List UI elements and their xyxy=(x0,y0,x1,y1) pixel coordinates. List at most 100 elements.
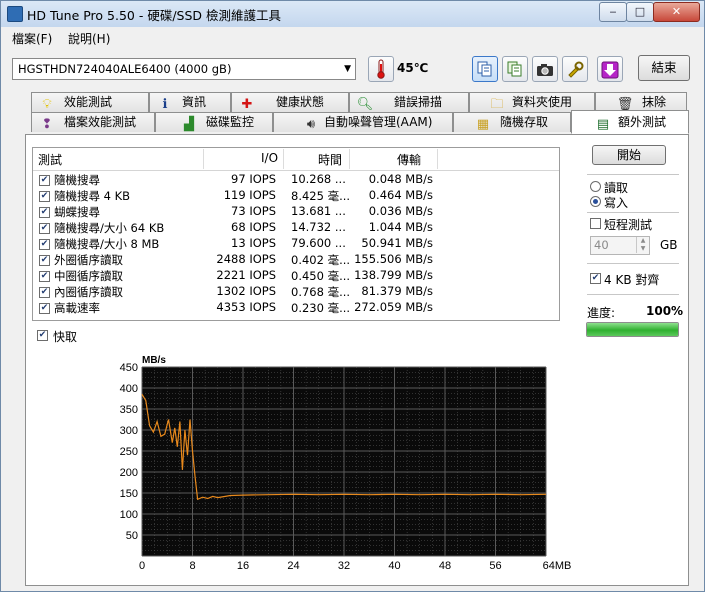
progress-label: 進度: xyxy=(587,306,616,320)
tab-error-scan[interactable]: 🔍︎ 錯誤掃描 xyxy=(349,92,469,112)
menu-help[interactable]: 說明(H) xyxy=(68,30,110,47)
table-row[interactable]: ✔ 隨機搜尋 97 IOPS 10.268 ... 0.048 MB/s xyxy=(33,172,559,188)
screenshot-button[interactable] xyxy=(532,56,558,82)
title-bar[interactable]: HD Tune Pro 5.50 - 硬碟/SSD 檢測維護工具 ‒ □ ✕ xyxy=(1,1,704,27)
row-io: 2221 IOPS xyxy=(216,268,276,282)
row-rate: 0.464 MB/s xyxy=(368,188,433,202)
divider xyxy=(587,212,679,213)
spin-up-icon[interactable]: ▲ xyxy=(636,237,649,245)
row-checkbox[interactable]: ✔ xyxy=(39,207,50,218)
table-row[interactable]: ✔ 中圈循序讀取 2221 IOPS 0.450 毫... 138.799 MB/s xyxy=(33,268,559,284)
y-tick-label: 400 xyxy=(120,383,138,395)
row-test-name: 外圈循序讀取 xyxy=(54,253,123,267)
tab-erase[interactable]: 🗑 抹除 xyxy=(595,92,687,112)
row-checkbox[interactable]: ✔ xyxy=(39,271,50,282)
toolbar: HGSTHDN724040ALE6400 (4000 gB) ▼ 45℃ 結束 xyxy=(1,47,704,89)
transfer-chart: 50 100 150 200 250 300 350 400 450 0 8 16 24 32 40 48 56… xyxy=(113,351,573,581)
row-io: 4353 IOPS xyxy=(216,300,276,314)
cache-label: 快取 xyxy=(53,330,78,344)
row-checkbox[interactable]: ✔ xyxy=(39,223,50,234)
window-title: HD Tune Pro 5.50 - 硬碟/SSD 檢測維護工具 xyxy=(27,8,282,23)
tab-disk-monitor[interactable]: ▟ 磁碟監控 xyxy=(155,112,273,132)
tab-info[interactable]: ℹ 資訊 xyxy=(149,92,231,112)
row-rate: 0.048 MB/s xyxy=(368,172,433,186)
row-rate: 1.044 MB/s xyxy=(368,220,433,234)
table-row[interactable]: ✔ 高載速率 4353 IOPS 0.230 毫... 272.059 MB/s xyxy=(33,300,559,316)
x-tick-label: 32 xyxy=(338,560,350,572)
table-row[interactable]: ✔ 蝴蝶搜尋 73 IOPS 13.681 ... 0.036 MB/s xyxy=(33,204,559,220)
short-test-label: 短程測試 xyxy=(604,218,653,232)
size-spinner[interactable]: 40 ▲ ▼ xyxy=(590,236,650,255)
y-axis-label: MB/s xyxy=(142,355,166,366)
maximize-button[interactable]: □ xyxy=(626,2,654,22)
y-tick-label: 50 xyxy=(126,530,138,542)
table-row[interactable]: ✔ 隨機搜尋/大小 64 KB 68 IOPS 14.732 ... 1.044 MB/… xyxy=(33,220,559,236)
tab-folder-usage[interactable]: 🗀 資料夾使用 xyxy=(469,92,595,112)
divider xyxy=(587,294,679,295)
align-4kb-checkbox[interactable]: ✔ xyxy=(590,273,601,284)
row-checkbox[interactable]: ✔ xyxy=(39,191,50,202)
row-test-name: 高載速率 xyxy=(54,301,100,315)
row-checkbox[interactable]: ✔ xyxy=(39,175,50,186)
row-checkbox[interactable]: ✔ xyxy=(39,239,50,250)
close-button[interactable]: ✕ xyxy=(653,2,700,22)
row-test-name: 隨機搜尋/大小 64 KB xyxy=(54,221,165,235)
table-row[interactable]: ✔ 隨機搜尋 4 KB 119 IOPS 8.425 毫... 0.464 MB/s xyxy=(33,188,559,204)
tab-extra-tests[interactable]: ▤ 額外測試 xyxy=(571,110,689,134)
size-unit: GB xyxy=(660,238,678,252)
x-tick-label: 24 xyxy=(287,560,299,572)
row-test-name: 隨機搜尋 4 KB xyxy=(54,189,131,203)
row-checkbox[interactable]: ✔ xyxy=(39,287,50,298)
read-radio[interactable] xyxy=(590,181,601,192)
row-test-name: 蝴蝶搜尋 xyxy=(54,205,100,219)
table-row[interactable]: ✔ 內圈循序讀取 1302 IOPS 0.768 毫... 81.379 MB/s xyxy=(33,284,559,300)
write-radio[interactable] xyxy=(590,196,601,207)
temperature-button[interactable] xyxy=(368,56,394,82)
row-rate: 138.799 MB/s xyxy=(354,268,433,282)
write-label: 寫入 xyxy=(604,196,629,210)
y-tick-label: 300 xyxy=(120,425,138,437)
row-rate: 50.941 MB/s xyxy=(361,236,433,250)
menu-file[interactable]: 檔案(F) xyxy=(12,30,52,47)
row-io: 2488 IOPS xyxy=(216,252,276,266)
x-tick-label: 0 xyxy=(139,560,145,572)
row-test-name: 內圈循序讀取 xyxy=(54,285,123,299)
exit-button[interactable]: 結束 xyxy=(638,55,690,81)
extra-tests-icon: ▤ xyxy=(596,117,610,132)
options-button[interactable] xyxy=(562,56,588,82)
cache-checkbox[interactable]: ✔ xyxy=(37,330,48,341)
app-window: HD Tune Pro 5.50 - 硬碟/SSD 檢測維護工具 ‒ □ ✕ 檔… xyxy=(0,0,705,592)
tab-file-benchmark[interactable]: ❢ 檔案效能測試 xyxy=(31,112,155,132)
tab-aam[interactable]: 🔊︎ 自動噪聲管理(AAM) xyxy=(273,112,453,132)
copy-all-button[interactable] xyxy=(502,56,528,82)
table-row[interactable]: ✔ 外圈循序讀取 2488 IOPS 0.402 毫... 155.506 MB/s xyxy=(33,252,559,268)
minimize-button[interactable]: ‒ xyxy=(599,2,627,22)
random-access-icon: ▦ xyxy=(476,117,490,132)
row-io: 73 IOPS xyxy=(231,204,276,218)
hdtune-app-icon xyxy=(7,6,23,22)
row-checkbox[interactable]: ✔ xyxy=(39,303,50,314)
save-button[interactable] xyxy=(597,56,623,82)
drive-select[interactable]: HGSTHDN724040ALE6400 (4000 gB) ▼ xyxy=(12,58,356,80)
x-tick-label: 40 xyxy=(388,560,400,572)
header-io: I/O xyxy=(261,151,279,165)
short-test-checkbox[interactable] xyxy=(590,218,601,229)
column-divider xyxy=(203,149,204,169)
start-button[interactable]: 開始 xyxy=(592,145,666,165)
table-header: 測試 I/O 時間 傳輸 xyxy=(33,148,559,171)
tab-benchmark[interactable]: 💡︎ 效能測試 xyxy=(31,92,149,112)
bar-chart-icon: ▟ xyxy=(184,117,194,132)
results-table: 測試 I/O 時間 傳輸 ✔ 隨機搜尋 97 IOPS 10.268 ... 0.048… xyxy=(32,147,560,321)
tab-random-access[interactable]: ▦ 隨機存取 xyxy=(453,112,571,132)
column-divider xyxy=(349,149,350,169)
spin-down-icon[interactable]: ▼ xyxy=(636,245,649,253)
transfer-chart-svg: 50 100 150 200 250 300 350 400 450 0 8 16 24 32 40 48 56… xyxy=(120,355,572,572)
header-time: 時間 xyxy=(318,153,343,167)
header-test: 測試 xyxy=(38,153,63,167)
row-checkbox[interactable]: ✔ xyxy=(39,255,50,266)
x-tick-label: 48 xyxy=(439,560,451,572)
table-row[interactable]: ✔ 隨機搜尋/大小 8 MB 13 IOPS 79.600 ... 50.941 MB/… xyxy=(33,236,559,252)
chevron-down-icon: ▼ xyxy=(344,64,351,74)
copy-info-button[interactable] xyxy=(472,56,498,82)
tab-health[interactable]: ✚ 健康狀態 xyxy=(231,92,349,112)
